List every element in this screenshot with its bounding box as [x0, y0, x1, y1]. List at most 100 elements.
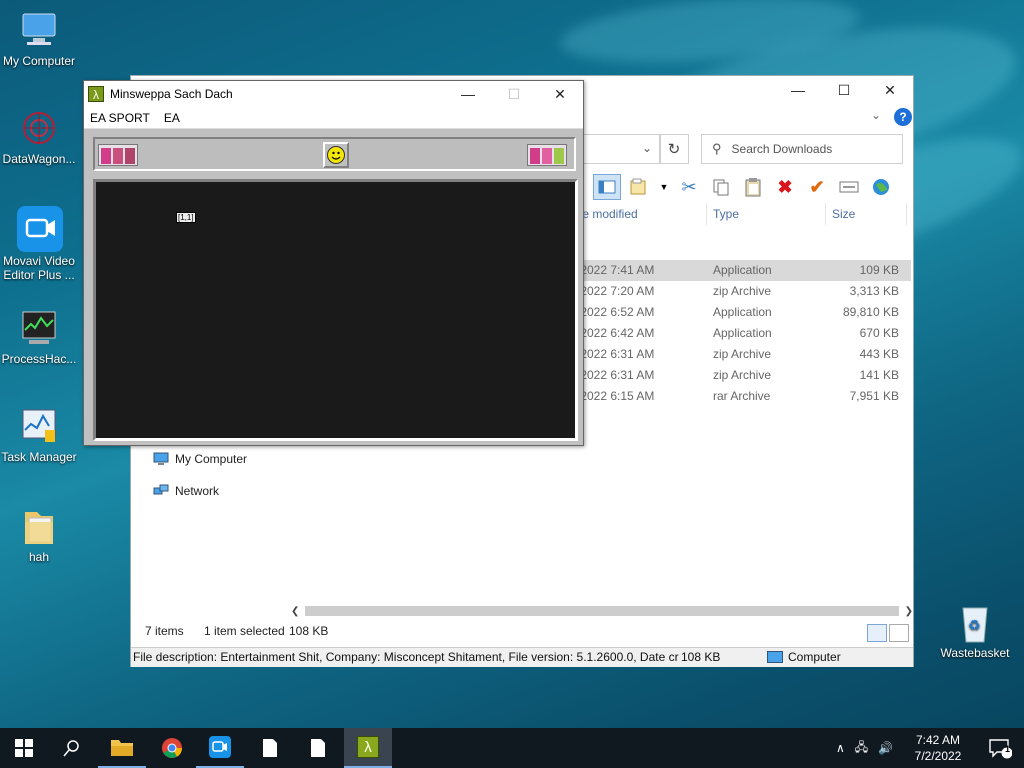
nav-item-my-computer[interactable]: My Computer — [153, 452, 247, 466]
desktop-icon-datawagon[interactable]: DataWagon... — [0, 108, 78, 166]
column-divider — [706, 203, 707, 225]
cell-marker: [1,1] — [176, 212, 196, 223]
desktop-icon-hah[interactable]: hah — [0, 506, 78, 564]
file-date: /2022 6:31 AM — [577, 347, 655, 361]
checkmark-icon[interactable]: ✔ — [803, 174, 831, 200]
globe-icon[interactable] — [867, 174, 895, 200]
new-item-icon[interactable] — [625, 174, 653, 200]
column-header-type[interactable]: Type — [713, 203, 739, 225]
address-bar[interactable]: ⌄ — [581, 134, 661, 164]
search-input[interactable]: ⚲ Search Downloads — [701, 134, 903, 164]
rename-icon[interactable] — [835, 174, 863, 200]
dropdown-icon[interactable]: ▼ — [657, 174, 671, 200]
desktop-icon-label: DataWagon... — [2, 152, 76, 166]
taskbar-document-2[interactable] — [294, 728, 342, 768]
minefield[interactable]: [1,1] — [93, 179, 578, 441]
clock[interactable]: 7:42 AM 7/2/2022 — [906, 732, 970, 764]
notification-count: 1 — [1005, 744, 1011, 754]
window-title: Minsweppa Sach Dach — [110, 87, 233, 101]
column-header-date[interactable]: te modified — [579, 203, 638, 225]
horizontal-scrollbar[interactable]: ❮ ❯ — [291, 604, 913, 618]
taskbar-file-explorer[interactable] — [98, 728, 146, 768]
maximize-button[interactable]: ☐ — [821, 76, 867, 104]
file-row[interactable]: /2022 7:41 AM Application 109 KB — [571, 260, 911, 281]
file-size: 443 KB — [859, 347, 899, 361]
minimize-button[interactable]: — — [445, 81, 491, 107]
search-placeholder: Search Downloads — [731, 142, 833, 156]
file-type: zip Archive — [713, 347, 772, 361]
lambda-icon: λ — [88, 86, 104, 102]
nav-item-network[interactable]: Network — [153, 484, 219, 498]
start-button[interactable] — [0, 728, 48, 768]
file-row[interactable]: /2022 6:15 AM rar Archive 7,951 KB — [571, 386, 911, 407]
column-header-size[interactable]: Size — [832, 203, 855, 225]
file-row[interactable]: /2022 7:20 AM zip Archive 3,313 KB — [571, 281, 911, 302]
chevron-down-icon[interactable]: ⌄ — [642, 141, 652, 155]
file-date: /2022 7:20 AM — [577, 284, 655, 298]
smiley-reset-button[interactable] — [323, 142, 349, 168]
copy-icon[interactable] — [707, 174, 735, 200]
view-switcher — [867, 624, 909, 642]
file-row[interactable]: /2022 6:31 AM zip Archive 141 KB — [571, 365, 911, 386]
chevron-up-icon[interactable]: ∧ — [836, 741, 845, 755]
file-date: /2022 6:31 AM — [577, 368, 655, 382]
desktop-icon-movavi[interactable]: Movavi Video Editor Plus ... — [0, 206, 78, 282]
close-button[interactable]: ✕ — [867, 76, 913, 104]
desktop-icon-processhacker[interactable]: ProcessHac... — [0, 308, 78, 366]
desktop-icon-wastebasket[interactable]: ♻ Wastebasket — [936, 602, 1014, 660]
volume-icon[interactable]: 🔊 — [878, 741, 893, 755]
view-pane-icon[interactable] — [593, 174, 621, 200]
recycle-bin-icon: ♻ — [955, 602, 995, 643]
menu-item-ea-sport[interactable]: EA SPORT — [90, 111, 150, 125]
taskbar-document-1[interactable] — [246, 728, 294, 768]
large-icons-view-icon[interactable] — [889, 624, 909, 642]
delete-icon[interactable]: ✖ — [771, 174, 799, 200]
menu-item-ea[interactable]: EA — [164, 111, 180, 125]
file-type: zip Archive — [713, 368, 772, 382]
minesweeper-window: λ Minsweppa Sach Dach — ☐ ✕ EA SPORT EA … — [83, 80, 584, 446]
toolbar: ▼ ✂ ✖ ✔ — [593, 172, 895, 202]
smiley-face-icon — [327, 146, 345, 164]
ribbon-expand-icon[interactable]: ⌄ — [871, 108, 881, 122]
file-row[interactable]: /2022 6:52 AM Application 89,810 KB — [571, 302, 911, 323]
status-bar: 7 items 1 item selected 108 KB — [131, 624, 913, 642]
taskbar-minesweeper[interactable]: λ — [344, 728, 392, 768]
minesweeper-titlebar: λ Minsweppa Sach Dach — ☐ ✕ — [84, 81, 583, 107]
refresh-button[interactable]: ↻ — [659, 134, 689, 164]
scrollbar-thumb[interactable] — [305, 606, 899, 616]
scroll-right-icon[interactable]: ❯ — [905, 606, 913, 617]
zone-label: Computer — [788, 650, 841, 664]
chrome-icon — [162, 738, 182, 758]
mine-counter — [98, 144, 138, 166]
details-view-icon[interactable] — [867, 624, 887, 642]
clock-date: 7/2/2022 — [914, 749, 962, 763]
column-divider — [906, 203, 907, 225]
file-description-bar: File description: Entertainment Shit, Co… — [131, 647, 913, 667]
minimize-button[interactable]: — — [775, 76, 821, 104]
computer-icon — [153, 452, 169, 465]
document-icon — [311, 739, 325, 757]
help-icon[interactable]: ? — [894, 108, 912, 126]
cut-icon[interactable]: ✂ — [675, 174, 703, 200]
file-size: 141 KB — [859, 368, 899, 382]
search-button[interactable] — [48, 728, 96, 768]
file-size: 670 KB — [859, 326, 899, 340]
file-row[interactable]: /2022 6:42 AM Application 670 KB — [571, 323, 911, 344]
zone-computer-icon — [767, 651, 783, 663]
desktop-icon-label: ProcessHac... — [1, 352, 77, 366]
system-tray: ∧ 🖧 🔊 — [836, 728, 893, 768]
maximize-button[interactable]: ☐ — [491, 81, 537, 107]
scroll-left-icon[interactable]: ❮ — [291, 606, 299, 617]
file-size: 89,810 KB — [842, 305, 899, 319]
desktop-icon-task-manager[interactable]: Task Manager — [0, 406, 78, 464]
network-icon[interactable]: 🖧 — [855, 738, 868, 759]
paste-icon[interactable] — [739, 174, 767, 200]
close-button[interactable]: ✕ — [537, 81, 583, 107]
notification-button[interactable]: 1 — [976, 728, 1024, 768]
movavi-icon — [209, 736, 231, 758]
desktop-icon-my-computer[interactable]: My Computer — [0, 10, 78, 68]
taskbar-movavi[interactable] — [196, 728, 244, 768]
file-type: Application — [713, 305, 772, 319]
file-row[interactable]: /2022 6:31 AM zip Archive 443 KB — [571, 344, 911, 365]
taskbar-chrome[interactable] — [148, 728, 196, 768]
